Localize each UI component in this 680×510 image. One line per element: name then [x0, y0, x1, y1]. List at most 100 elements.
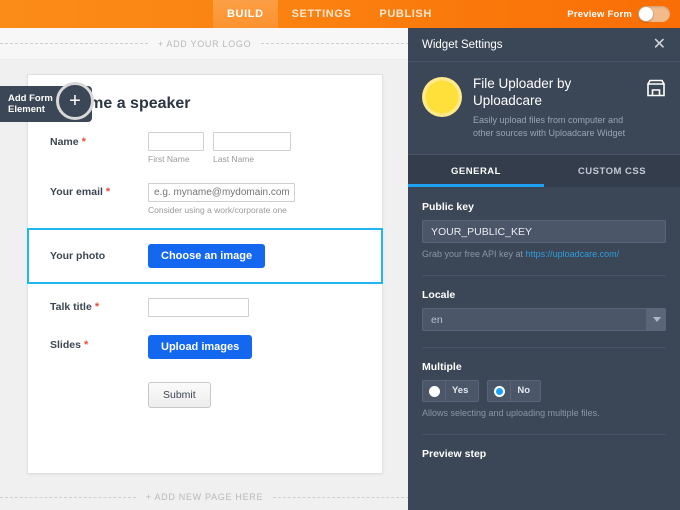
- uploadcare-logo-icon: [422, 77, 462, 117]
- required-marker: *: [82, 136, 86, 148]
- widget-settings-panel: Widget Settings ✕ File Uploader by Uploa…: [408, 28, 680, 510]
- multiple-yes-dotbox: [423, 386, 445, 397]
- multiple-no-dotbox: [488, 386, 510, 397]
- shop-icon[interactable]: [646, 79, 666, 102]
- field-label-slides-text: Slides: [50, 339, 81, 351]
- panel-title: Widget Settings: [422, 39, 653, 51]
- tab-build-label: BUILD: [227, 8, 264, 20]
- panel-body: Public key Grab your free API key at htt…: [408, 187, 680, 460]
- locale-label: Locale: [422, 289, 666, 301]
- public-key-input[interactable]: [422, 220, 666, 243]
- tab-custom-css-label: CUSTOM CSS: [578, 166, 646, 177]
- field-control-talk-title: [148, 297, 360, 317]
- first-name-input[interactable]: [148, 132, 204, 151]
- last-name-group: Last Name: [213, 132, 291, 164]
- add-new-page-strip: + ADD NEW PAGE HERE: [0, 484, 409, 510]
- locale-select[interactable]: en: [422, 308, 666, 331]
- tab-custom-css[interactable]: CUSTOM CSS: [544, 155, 680, 187]
- multiple-hint: Allows selecting and uploading multiple …: [422, 408, 666, 418]
- section-divider-3: [422, 434, 666, 435]
- last-name-input[interactable]: [213, 132, 291, 151]
- radio-unselected-icon: [429, 386, 440, 397]
- field-control-email: Consider using a work/corporate one: [148, 182, 360, 215]
- locale-select-arrow[interactable]: [646, 308, 666, 331]
- field-label-name: Name*: [50, 132, 148, 148]
- radio-selected-icon: [494, 386, 505, 397]
- close-icon[interactable]: ✕: [653, 38, 666, 52]
- section-locale: Locale en: [422, 289, 666, 331]
- widget-description: Easily upload files from computer and ot…: [473, 114, 635, 140]
- section-divider-1: [422, 275, 666, 276]
- talk-title-input[interactable]: [148, 298, 249, 317]
- multiple-label: Multiple: [422, 361, 666, 373]
- first-name-group: First Name: [148, 132, 204, 164]
- widget-name: File Uploader by Uploadcare: [473, 75, 635, 109]
- last-name-caption: Last Name: [213, 154, 291, 164]
- required-marker: *: [106, 186, 110, 198]
- panel-header: Widget Settings ✕: [408, 28, 680, 62]
- multiple-option-yes[interactable]: Yes: [422, 380, 479, 402]
- first-name-caption: First Name: [148, 154, 204, 164]
- active-tab-underline: [408, 184, 544, 187]
- submit-button[interactable]: Submit: [148, 382, 211, 408]
- email-input[interactable]: [148, 183, 295, 202]
- preview-form-label: Preview Form: [567, 9, 632, 20]
- tab-settings-label: SETTINGS: [292, 8, 352, 20]
- field-label-name-text: Name: [50, 136, 79, 148]
- section-divider-2: [422, 347, 666, 348]
- section-multiple: Multiple Yes No Allows s: [422, 361, 666, 418]
- tab-publish[interactable]: PUBLISH: [365, 0, 445, 28]
- page-dashed-right: [273, 497, 409, 498]
- field-control-your-photo: Choose an image: [148, 244, 360, 268]
- field-control-name: First Name Last Name: [148, 132, 360, 164]
- multiple-yes-label: Yes: [445, 381, 478, 401]
- field-label-slides: Slides*: [50, 335, 148, 351]
- chevron-down-icon: [653, 317, 661, 322]
- form-builder-app: BUILD SETTINGS PUBLISH Preview Form + AD…: [0, 0, 680, 510]
- locale-selected-value: en: [431, 314, 443, 326]
- field-label-your-photo: Your photo: [50, 250, 148, 262]
- required-marker: *: [84, 339, 88, 351]
- add-new-page-button[interactable]: + ADD NEW PAGE HERE: [136, 492, 273, 502]
- field-label-email-text: Your email: [50, 186, 103, 198]
- add-logo-button[interactable]: + ADD YOUR LOGO: [148, 39, 262, 49]
- multiple-radio-group: Yes No: [422, 380, 666, 402]
- preview-step-label: Preview step: [422, 448, 666, 460]
- tab-build[interactable]: BUILD: [213, 0, 278, 28]
- dashed-divider-left: [0, 43, 148, 44]
- preview-form-control: Preview Form: [567, 6, 680, 22]
- add-form-element-control: Add Form Element +: [0, 86, 92, 122]
- section-preview-step: Preview step: [422, 448, 666, 460]
- section-public-key: Public key Grab your free API key at htt…: [422, 201, 666, 259]
- submit-row: Submit: [28, 368, 382, 408]
- public-key-hint: Grab your free API key at https://upload…: [422, 249, 666, 259]
- widget-info: File Uploader by Uploadcare Easily uploa…: [408, 62, 680, 155]
- upload-images-button[interactable]: Upload images: [148, 335, 252, 359]
- widget-text-block: File Uploader by Uploadcare Easily uploa…: [473, 75, 635, 140]
- email-caption: Consider using a work/corporate one: [148, 205, 360, 215]
- main-nav: BUILD SETTINGS PUBLISH: [213, 0, 446, 28]
- choose-an-image-button[interactable]: Choose an image: [148, 244, 265, 268]
- public-key-hint-text: Grab your free API key at: [422, 249, 526, 259]
- form-row-your-photo[interactable]: Your photo Choose an image: [27, 228, 383, 284]
- top-bar: BUILD SETTINGS PUBLISH Preview Form: [0, 0, 680, 28]
- field-label-email: Your email*: [50, 182, 148, 198]
- uploadcare-link[interactable]: https://uploadcare.com/: [526, 249, 620, 259]
- tab-settings[interactable]: SETTINGS: [278, 0, 366, 28]
- field-control-slides: Upload images: [148, 335, 360, 359]
- form-row-name[interactable]: Name* First Name Last Name: [28, 123, 382, 173]
- plus-icon: +: [69, 92, 81, 110]
- locale-select-wrap: en: [422, 308, 666, 331]
- field-label-your-photo-text: Your photo: [50, 250, 105, 262]
- multiple-option-no[interactable]: No: [487, 380, 541, 402]
- add-form-element-plus-button[interactable]: +: [56, 82, 94, 120]
- preview-form-toggle[interactable]: [638, 6, 670, 22]
- name-input-pair: First Name Last Name: [148, 132, 360, 164]
- add-logo-strip: + ADD YOUR LOGO: [0, 28, 409, 60]
- form-row-slides[interactable]: Slides* Upload images: [28, 326, 382, 368]
- toggle-knob: [639, 7, 653, 21]
- form-row-email[interactable]: Your email* Consider using a work/corpor…: [28, 173, 382, 224]
- public-key-label: Public key: [422, 201, 666, 213]
- tab-general[interactable]: GENERAL: [408, 155, 544, 187]
- form-row-talk-title[interactable]: Talk title*: [28, 288, 382, 326]
